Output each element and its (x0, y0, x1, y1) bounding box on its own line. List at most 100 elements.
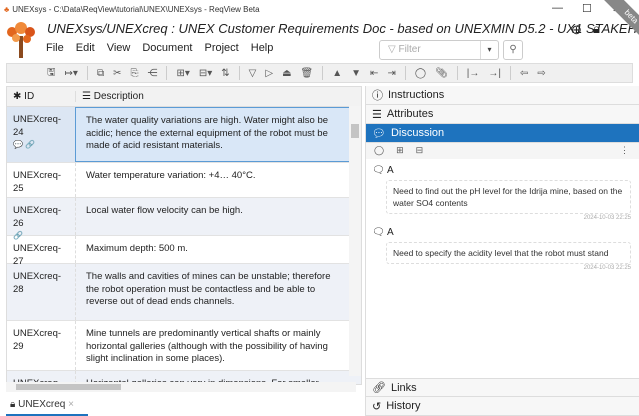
paste-icon[interactable]: ⎘ (130, 68, 138, 79)
comment-icon: 🗨︎ (372, 227, 385, 238)
section-label: Attributes (386, 108, 434, 120)
sort-icon[interactable]: ⇅ (221, 68, 229, 79)
section-label: History (386, 400, 421, 412)
remove-object-icon[interactable]: ⊟▾ (199, 68, 212, 79)
section-history[interactable]: ↺ History (366, 397, 639, 416)
eject-icon[interactable]: ⏏ (282, 68, 291, 79)
row-description[interactable]: Water temperature variation: +4… 40°C. (75, 163, 351, 197)
more-options-icon[interactable]: ⋮ (620, 145, 629, 156)
column-header-id[interactable]: ✱ ID (7, 91, 75, 102)
table-row[interactable]: UNEXcreq-29 Mine tunnels are predominantl… (7, 321, 361, 371)
row-id: UNEXcreq-26 (13, 205, 62, 229)
history-icon: ↺ (372, 400, 382, 413)
search-button[interactable]: ⚲ (503, 40, 523, 60)
section-links[interactable]: 🔗︎ Links (366, 378, 639, 397)
export-icon[interactable]: ↦▾ (65, 68, 78, 79)
section-label: Instructions (388, 89, 445, 101)
filter-dropdown-button[interactable]: ▾ (480, 41, 498, 59)
comment: 🗨︎ A Need to specify the acidity level t… (366, 227, 639, 271)
row-description[interactable]: The water quality variations are high. W… (75, 107, 351, 162)
reqview-logo (7, 22, 35, 58)
lock-icon[interactable]: 🔒︎ (593, 21, 600, 37)
link-icon: 🔗︎ (372, 382, 386, 394)
filter-placeholder: Filter (398, 44, 421, 55)
expand-all-icon[interactable]: ⊞ (396, 145, 404, 157)
window-title: UNEXsys - C:\Data\ReqView\tutorial\UNEX\… (12, 4, 260, 14)
menu-document[interactable]: Document (142, 42, 192, 54)
comment: 🗨︎ A Need to find out the pH level for t… (366, 165, 639, 221)
filter-input[interactable]: ▽ Filter ▾ (379, 40, 499, 60)
move-up-icon[interactable]: ▲ (332, 68, 342, 79)
discussion-icon: 💬︎ (372, 127, 386, 140)
link-to-icon[interactable]: →| (488, 68, 501, 79)
row-description[interactable]: Local water flow velocity can be high. (75, 198, 351, 235)
maximize-button[interactable]: ☐ (582, 2, 592, 15)
menu-edit[interactable]: Edit (76, 42, 95, 54)
section-label: Discussion (390, 127, 445, 139)
vertical-scrollbar[interactable] (349, 106, 361, 376)
comment-icon[interactable]: ◯ (415, 68, 426, 79)
menu-project[interactable]: Project (205, 42, 239, 54)
back-icon[interactable]: ⇦ (520, 68, 528, 79)
attachment-icon[interactable]: 📎︎ (435, 68, 448, 79)
tab-label: UNEXcreq (18, 399, 66, 410)
outdent-icon[interactable]: ⇤ (370, 68, 378, 79)
filter-down-icon[interactable]: ▽ (249, 68, 257, 79)
comment-text[interactable]: Need to specify the acidity level that t… (386, 242, 631, 264)
indent-icon[interactable]: ⇥ (387, 68, 395, 79)
title-bar: ♣ UNEXsys - C:\Data\ReqView\tutorial\UNE… (0, 0, 639, 18)
column-header-description[interactable]: ☰ Description (75, 91, 144, 102)
row-id: UNEXcreq-24 (13, 114, 62, 138)
search-icon: ⚲ (509, 44, 517, 55)
section-label: Links (390, 381, 417, 394)
menu-help[interactable]: Help (251, 42, 274, 54)
filter-icon: ▽ (388, 44, 399, 55)
add-comment-icon[interactable]: ◯ (374, 145, 384, 157)
play-icon[interactable]: ▷ (265, 68, 273, 79)
app-icon: ♣ (4, 4, 10, 14)
row-icons: 💬 🔗 (13, 140, 36, 149)
tab-close-button[interactable]: × (68, 399, 74, 410)
menu-bar: File Edit View Document Project Help (46, 42, 273, 54)
row-description[interactable]: Mine tunnels are predominantly vertical … (75, 321, 351, 370)
table-row[interactable]: UNEXcreq-27 Maximum depth: 500 m. (7, 236, 361, 267)
collapse-all-icon[interactable]: ⊟ (416, 145, 424, 157)
delete-icon[interactable]: 🗑︎ (301, 68, 314, 79)
menu-file[interactable]: File (46, 42, 64, 54)
section-attributes[interactable]: ☰ Attributes (366, 105, 639, 124)
table-header: ✱ ID ☰ Description (7, 87, 361, 107)
row-id: UNEXcreq-25 (13, 170, 62, 194)
comment-date: 2024-10-03 22:25 (583, 265, 631, 271)
table-row[interactable]: UNEXcreq-26 🔗 Local water flow velocity ca… (7, 198, 361, 240)
section-instructions[interactable]: ⓘ Instructions (366, 86, 639, 105)
add-object-icon[interactable]: ⊞▾ (176, 68, 189, 79)
minimize-button[interactable]: — (552, 2, 563, 14)
table-row[interactable]: UNEXcreq-24 💬 🔗 The water quality variatio… (7, 107, 361, 163)
share-icon[interactable]: ⋲ (147, 68, 157, 79)
row-description[interactable]: Maximum depth: 500 m. (75, 236, 351, 263)
section-discussion[interactable]: 💬︎ Discussion (366, 124, 639, 143)
comment-icon: 🗨︎ (372, 165, 385, 176)
forward-icon[interactable]: ⇨ (537, 68, 545, 79)
lock-icon: 🔒︎ (10, 399, 16, 410)
comment-author: A (386, 227, 394, 238)
tab-unexcreq[interactable]: 🔒︎ UNEXcreq × (6, 396, 88, 416)
save-icon[interactable]: 🖫 (47, 65, 56, 82)
row-id: UNEXcreq-27 (13, 243, 62, 267)
comment-text[interactable]: Need to find out the pH level for the Id… (386, 180, 631, 214)
copy-icon[interactable]: ⧉ (97, 68, 104, 79)
list-icon: ☰ (372, 108, 382, 121)
comment-date: 2024-10-03 22:25 (583, 215, 631, 221)
cut-icon[interactable]: ✂ (113, 68, 121, 79)
upload-icon[interactable]: ⊕ (571, 22, 582, 38)
link-from-icon[interactable]: |→ (467, 68, 480, 79)
discussion-toolbar: ◯ ⊞ ⊟ ⋮ (366, 143, 639, 159)
horizontal-scrollbar[interactable] (6, 382, 356, 392)
document-title: UNEXsys/UNEXcreq : UNEX Customer Require… (47, 21, 639, 36)
move-down-icon[interactable]: ▼ (351, 68, 361, 79)
menu-view[interactable]: View (107, 42, 131, 54)
toolbar: 🖫 ↦▾ ⧉ ✂ ⎘ ⋲ ⊞▾ ⊟▾ ⇅ ▽ ▷ ⏏ 🗑︎ ▲ ▼ ⇤ ⇥ ◯ … (6, 63, 633, 83)
table-row[interactable]: UNEXcreq-28 The walls and cavities of min… (7, 264, 361, 321)
row-description[interactable]: The walls and cavities of mines can be u… (75, 264, 351, 320)
table-row[interactable]: UNEXcreq-25 Water temperature variation: … (7, 163, 361, 198)
